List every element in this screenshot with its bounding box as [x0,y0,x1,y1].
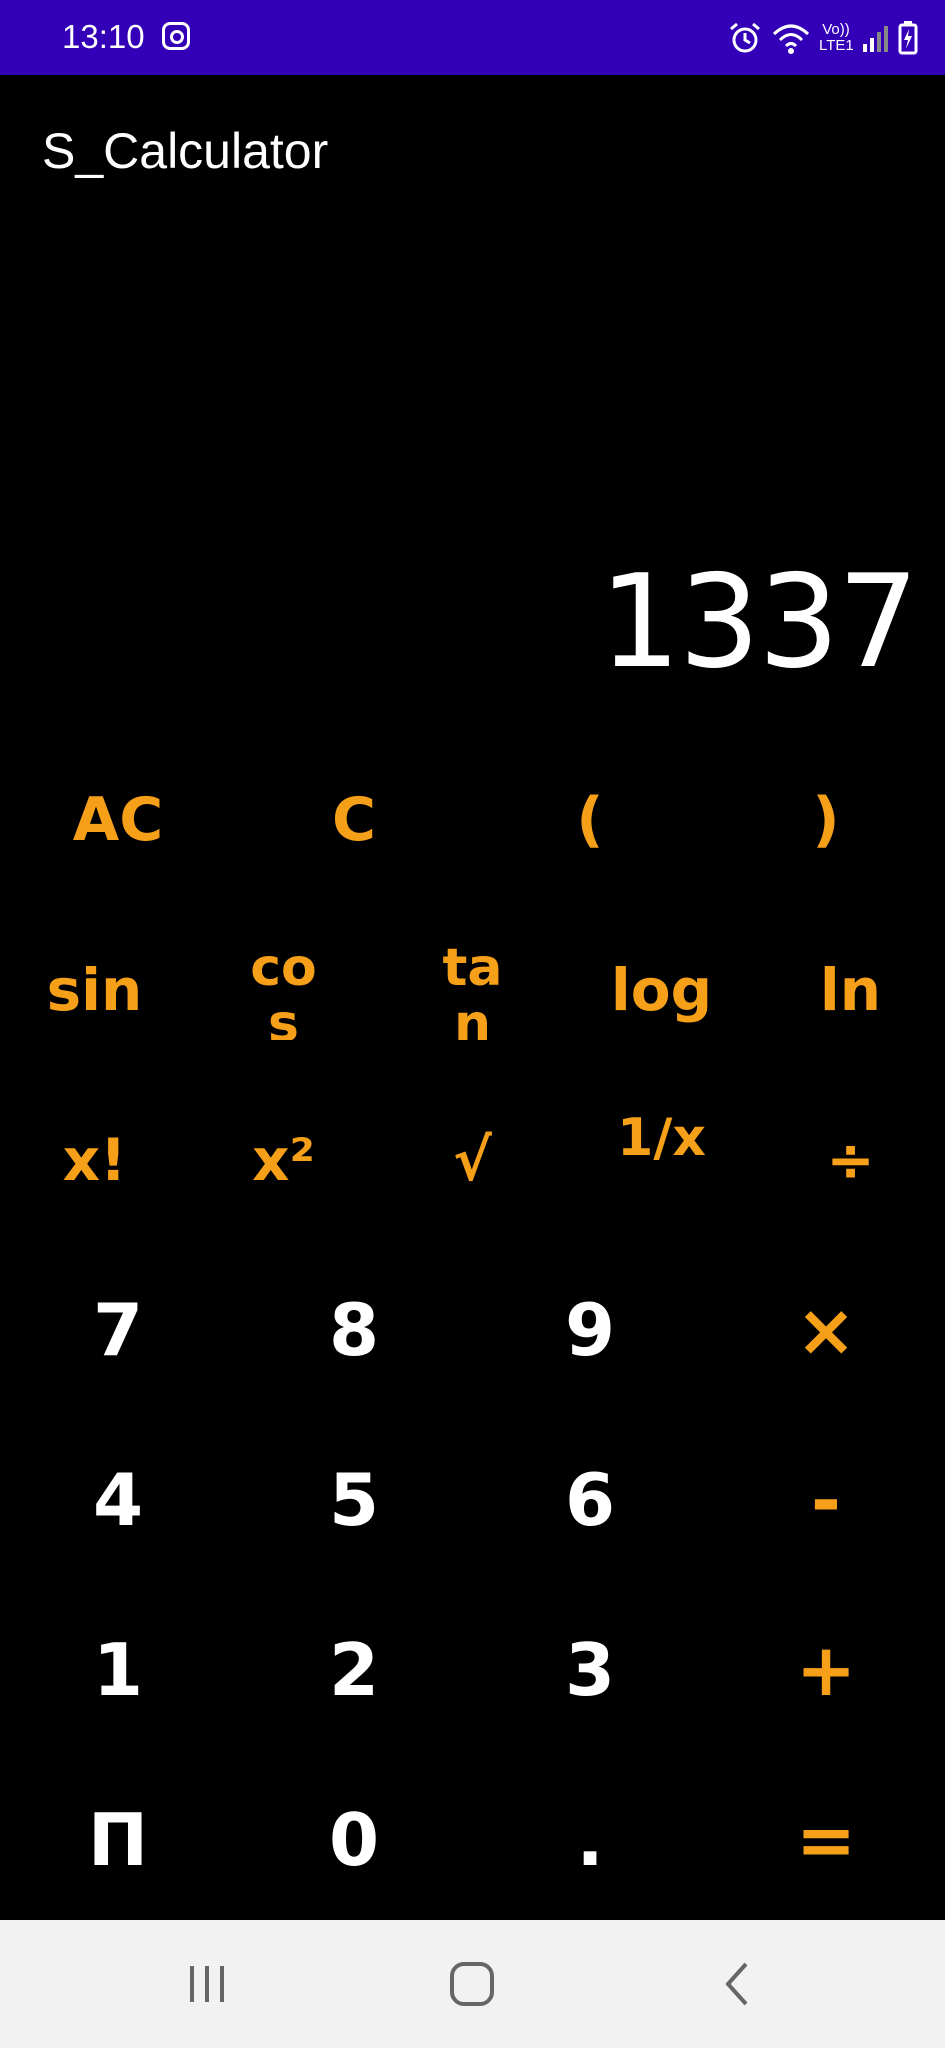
status-time: 13:10 [62,18,145,55]
sqrt-button[interactable]: √ [378,1100,567,1220]
all-clear-button[interactable]: AC [0,770,236,870]
alarm-icon [730,22,760,53]
pi-button[interactable]: Π [0,1765,236,1915]
navigation-bar [0,1920,945,2048]
recent-apps-icon[interactable] [186,1960,228,2008]
sin-button[interactable]: sin [0,930,189,1050]
tan-button[interactable]: tan [378,930,567,1050]
digit-6-button[interactable]: 6 [472,1425,708,1575]
result-display: 1337 [599,548,919,697]
tan-label: tan [442,940,503,1040]
divide-button[interactable]: ÷ [756,1100,945,1220]
status-icons: Vo)) LTE1 [727,14,919,62]
digit-7-button[interactable]: 7 [0,1255,236,1405]
digit-4-button[interactable]: 4 [0,1425,236,1575]
battery-charging-icon [898,21,918,55]
open-paren-button[interactable]: ( [472,770,708,870]
digit-3-button[interactable]: 3 [472,1595,708,1745]
cos-label: cos [250,940,317,1040]
reciprocal-label: 1/x [617,1110,706,1168]
cos-button[interactable]: cos [189,930,378,1050]
add-button[interactable]: + [708,1595,944,1745]
factorial-button[interactable]: x! [0,1100,189,1220]
home-icon[interactable] [448,1960,496,2008]
log-button[interactable]: log [567,930,756,1050]
back-icon[interactable] [720,1960,756,2008]
app-title: S_Calculator [42,123,329,179]
digit-8-button[interactable]: 8 [236,1255,472,1405]
digit-2-button[interactable]: 2 [236,1595,472,1745]
status-bar: 13:10 Vo)) LTE1 [0,0,945,75]
clear-button[interactable]: C [236,770,472,870]
multiply-button[interactable]: × [708,1255,944,1405]
close-paren-button[interactable]: ) [708,770,944,870]
network-label: Vo)) LTE1 [819,21,854,54]
equals-button[interactable]: = [708,1765,944,1915]
digit-5-button[interactable]: 5 [236,1425,472,1575]
decimal-button[interactable]: . [472,1765,708,1915]
subtract-button[interactable]: - [708,1425,944,1575]
square-button[interactable]: x² [189,1100,378,1220]
wifi-icon [772,24,810,54]
ln-button[interactable]: ln [756,930,945,1050]
digit-0-button[interactable]: 0 [236,1765,472,1915]
instagram-icon [162,22,190,50]
signal-icon [863,26,888,52]
digit-9-button[interactable]: 9 [472,1255,708,1405]
digit-1-button[interactable]: 1 [0,1595,236,1745]
reciprocal-button[interactable]: 1/x [567,1100,756,1220]
